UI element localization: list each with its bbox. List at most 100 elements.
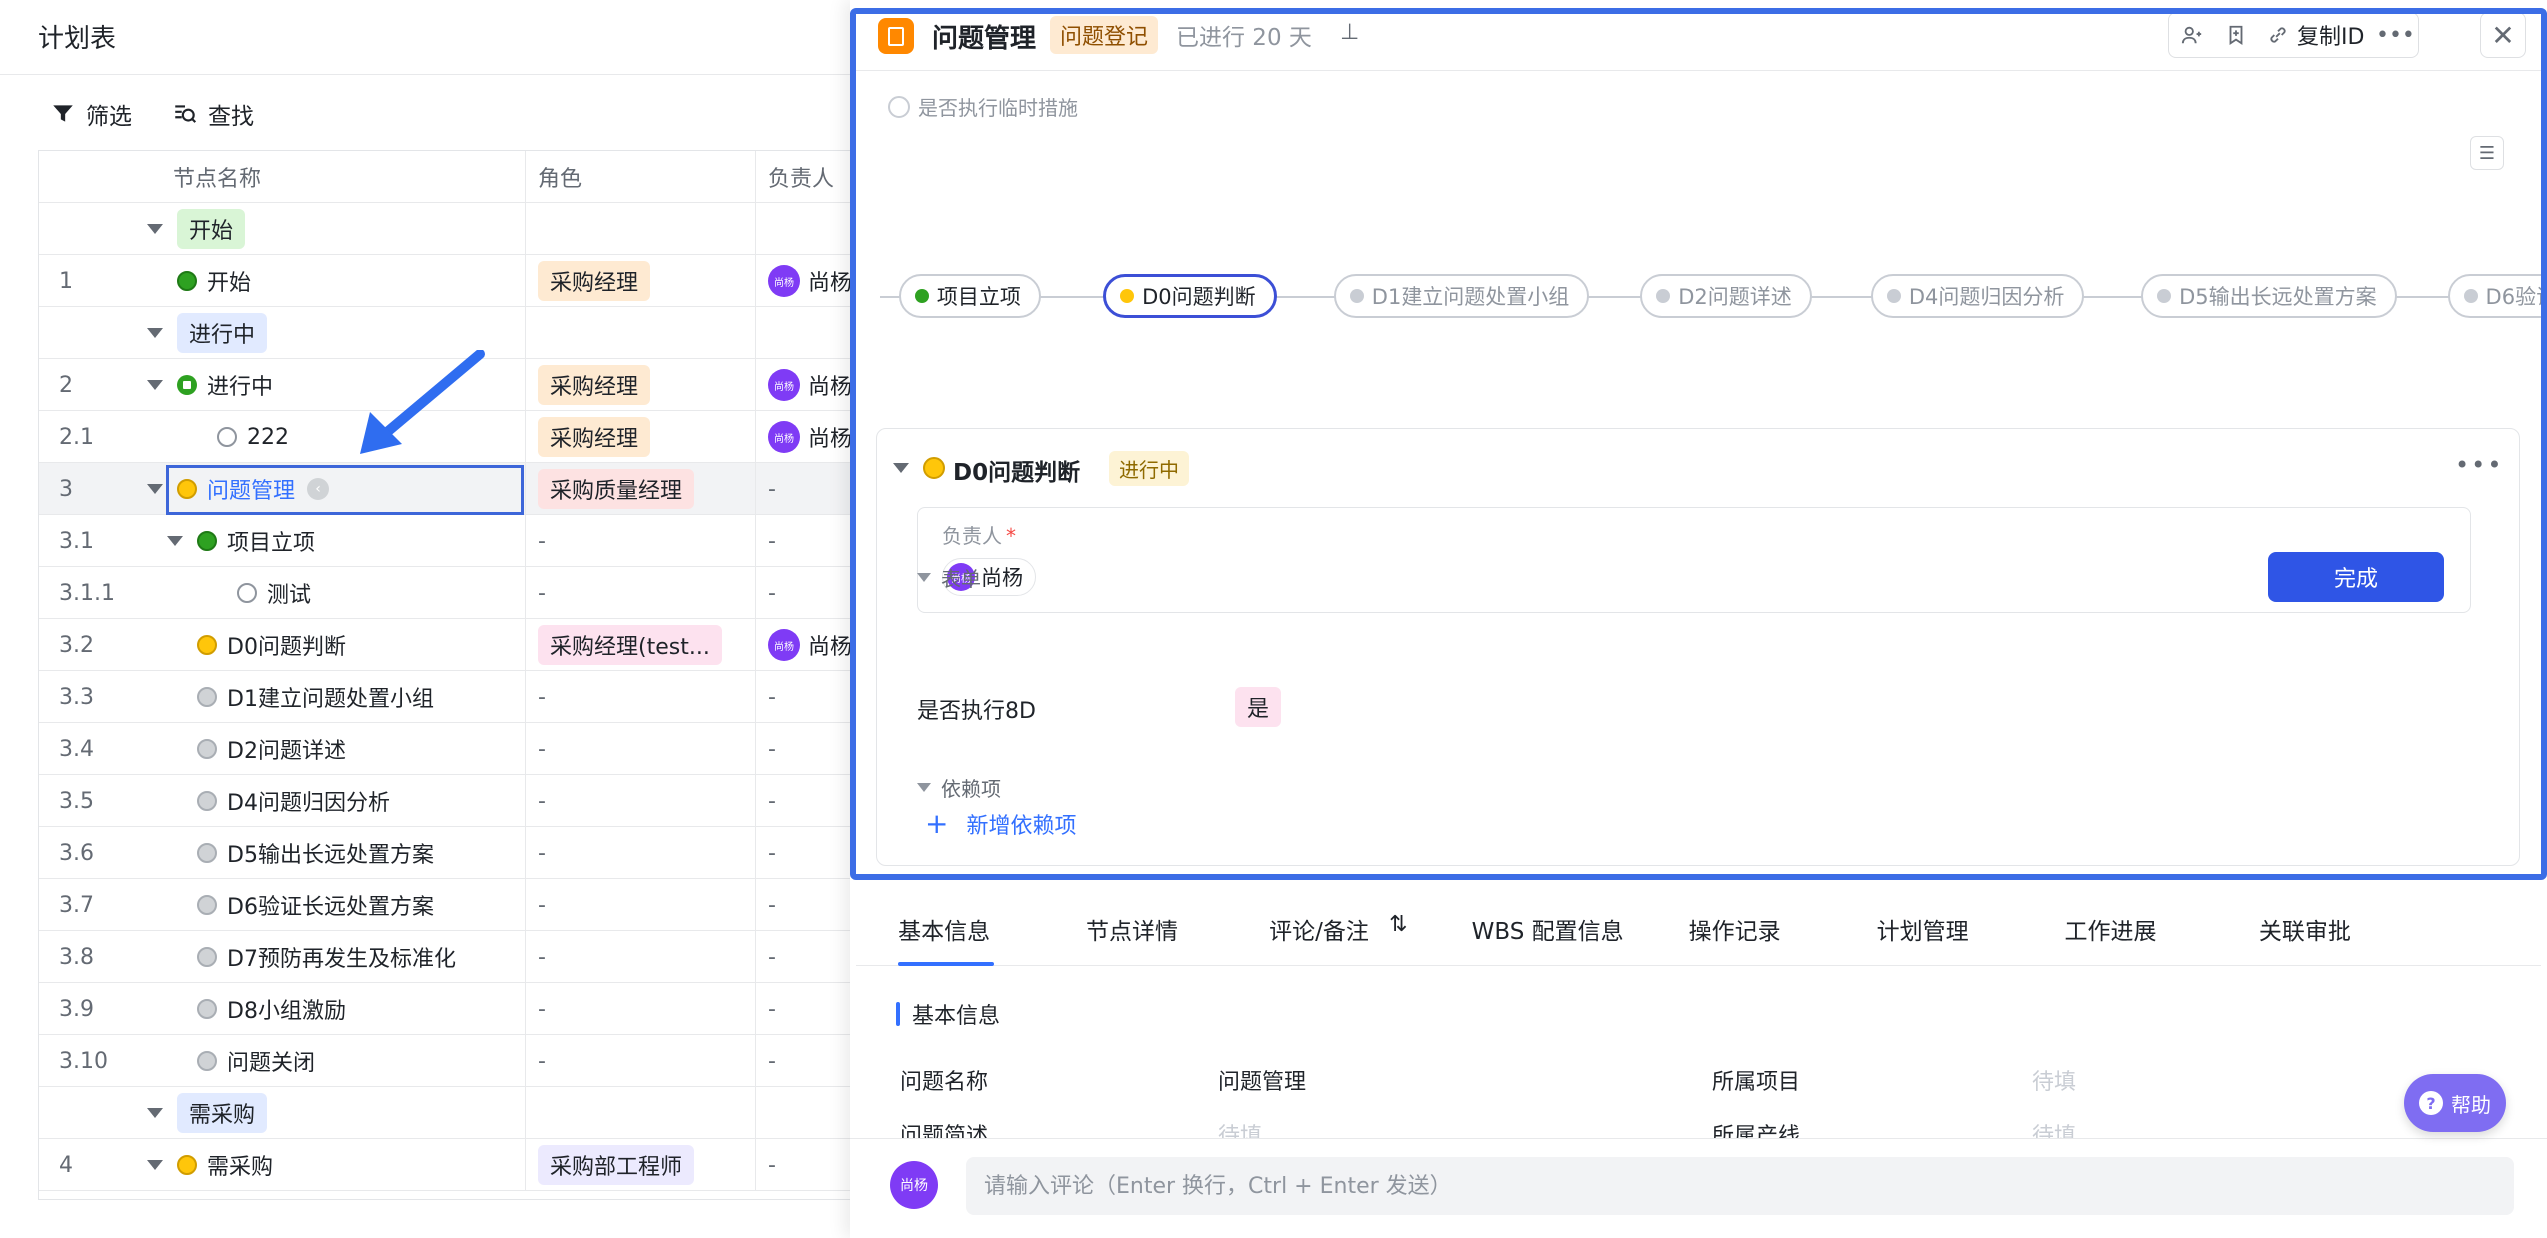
pin-icon[interactable]: ⊥	[1340, 20, 1359, 45]
node-name-cell[interactable]: D1建立问题处置小组	[147, 671, 562, 723]
tab-5[interactable]: 操作记录	[1689, 912, 1781, 946]
owner-cell[interactable]: -	[755, 671, 860, 723]
project-value[interactable]: 待填	[2032, 1064, 2076, 1096]
owner-cell[interactable]: -	[755, 1035, 860, 1087]
role-cell[interactable]: -	[525, 1035, 755, 1087]
issue-name-value[interactable]: 问题管理	[1218, 1064, 1306, 1096]
owner-cell[interactable]	[755, 1087, 860, 1139]
tab-7[interactable]: 工作进展	[2065, 912, 2157, 946]
more-icon[interactable]: •••	[2455, 451, 2503, 479]
col-role-header[interactable]: 角色	[525, 151, 755, 203]
expand-caret-icon[interactable]	[147, 1108, 163, 1118]
tab-2[interactable]: 节点详情	[1086, 912, 1178, 946]
help-button[interactable]: ? 帮助	[2404, 1074, 2506, 1132]
flow-node[interactable]: D0问题判断	[1103, 274, 1277, 318]
node-name-cell[interactable]: 需采购	[147, 1139, 562, 1191]
table-row[interactable]: 3.9 D8小组激励 - -	[39, 983, 860, 1035]
table-row[interactable]: 3.2 D0问题判断 采购经理(test... 尚杨 尚杨	[39, 619, 860, 671]
comment-input[interactable]	[966, 1157, 2514, 1215]
node-name-cell[interactable]: D2问题详述	[147, 723, 562, 775]
node-name-cell[interactable]: 开始	[147, 203, 562, 255]
role-cell[interactable]: -	[525, 567, 755, 619]
node-name-cell[interactable]: D7预防再发生及标准化	[147, 931, 562, 983]
expand-caret-icon[interactable]	[147, 1160, 163, 1170]
table-row[interactable]: 3.7 D6验证长远处置方案 - -	[39, 879, 860, 931]
owner-cell[interactable]: -	[755, 463, 860, 515]
form-section-toggle[interactable]: 表单	[917, 563, 981, 592]
role-cell[interactable]: -	[525, 515, 755, 567]
table-row[interactable]: 3.6 D5输出长远处置方案 - -	[39, 827, 860, 879]
tab-8[interactable]: 关联审批	[2259, 912, 2351, 946]
expand-caret-icon[interactable]	[147, 224, 163, 234]
flow-node[interactable]: 项目立项	[898, 274, 1041, 318]
node-name-cell[interactable]: D6验证长远处置方案	[147, 879, 562, 931]
owner-cell[interactable]	[755, 203, 860, 255]
dep-section-toggle[interactable]: 依赖项	[917, 773, 1001, 802]
table-row[interactable]: 4 需采购 采购部工程师 -	[39, 1139, 860, 1191]
flow-node[interactable]: D6验证长远处置方案	[2447, 274, 2541, 318]
expand-caret-icon[interactable]	[147, 484, 163, 494]
role-cell[interactable]	[525, 307, 755, 359]
owner-cell[interactable]: -	[755, 879, 860, 931]
owner-cell[interactable]: -	[755, 567, 860, 619]
complete-button[interactable]: 完成	[2268, 552, 2444, 602]
sort-icon[interactable]: ⇅	[1389, 912, 1407, 937]
role-cell[interactable]: -	[525, 775, 755, 827]
owner-cell[interactable]: -	[755, 1139, 860, 1191]
group-row[interactable]: 需采购	[39, 1087, 860, 1139]
flow-node[interactable]: D1建立问题处置小组	[1333, 274, 1590, 318]
node-name-cell[interactable]: 开始	[147, 255, 562, 307]
role-cell[interactable]: 采购经理	[525, 255, 755, 307]
node-name-cell[interactable]: D0问题判断	[147, 619, 562, 671]
temp-measure-radio[interactable]: 是否执行临时措施	[888, 92, 1078, 121]
table-row[interactable]: 3.1.1 测试 - -	[39, 567, 860, 619]
flow-node[interactable]: D5输出长远处置方案	[2141, 274, 2397, 318]
flow-node[interactable]: D4问题归因分析	[1870, 274, 2085, 318]
owner-cell[interactable]: -	[755, 983, 860, 1035]
table-row[interactable]: 3.8 D7预防再发生及标准化 - -	[39, 931, 860, 983]
node-name-cell[interactable]: D8小组激励	[147, 983, 562, 1035]
owner-cell[interactable]: -	[755, 775, 860, 827]
role-cell[interactable]: -	[525, 879, 755, 931]
add-dependency-button[interactable]: + 新增依赖项	[925, 807, 1076, 840]
role-cell[interactable]: -	[525, 723, 755, 775]
role-cell[interactable]: -	[525, 931, 755, 983]
tab-1[interactable]: 基本信息	[898, 912, 990, 946]
node-name-cell[interactable]: D5输出长远处置方案	[147, 827, 562, 879]
role-cell[interactable]	[525, 203, 755, 255]
owner-cell[interactable]: -	[755, 515, 860, 567]
expand-caret-icon[interactable]	[167, 536, 183, 546]
owner-cell[interactable]: 尚杨 尚杨	[755, 359, 860, 411]
owner-cell[interactable]: 尚杨 尚杨	[755, 411, 860, 463]
close-icon[interactable]: ✕	[2480, 12, 2526, 58]
role-cell[interactable]: 采购质量经理	[525, 463, 755, 515]
flow-node[interactable]: D2问题详述	[1640, 274, 1812, 318]
table-row[interactable]: 3.5 D4问题归因分析 - -	[39, 775, 860, 827]
collapse-caret-icon[interactable]	[893, 463, 909, 473]
form-field-value[interactable]: 是	[1235, 687, 1282, 727]
table-row[interactable]: 3.10 问题关闭 - -	[39, 1035, 860, 1087]
node-name-cell[interactable]: D4问题归因分析	[147, 775, 562, 827]
table-row[interactable]: 3.3 D1建立问题处置小组 - -	[39, 671, 860, 723]
more-icon[interactable]: •••	[2376, 22, 2415, 48]
role-cell[interactable]: -	[525, 827, 755, 879]
role-cell[interactable]: -	[525, 671, 755, 723]
expand-caret-icon[interactable]	[147, 328, 163, 338]
node-name-cell[interactable]: 需采购	[147, 1087, 562, 1139]
group-row[interactable]: 开始	[39, 203, 860, 255]
owner-cell[interactable]: -	[755, 723, 860, 775]
col-owner-header[interactable]: 负责人	[755, 151, 860, 203]
bookmark-icon[interactable]	[2223, 22, 2249, 48]
owner-cell[interactable]: -	[755, 827, 860, 879]
role-cell[interactable]: -	[525, 983, 755, 1035]
node-name-cell[interactable]: 项目立项	[147, 515, 562, 567]
expand-caret-icon[interactable]	[147, 380, 163, 390]
tab-4[interactable]: WBS 配置信息	[1472, 912, 1624, 946]
tab-3[interactable]: 评论/备注	[1269, 912, 1369, 946]
role-cell[interactable]: 采购经理	[525, 411, 755, 463]
table-row[interactable]: 3.4 D2问题详述 - -	[39, 723, 860, 775]
table-row[interactable]: 1 开始 采购经理 尚杨 尚杨	[39, 255, 860, 307]
view-settings-icon[interactable]: ☰	[2470, 136, 2504, 170]
owner-cell[interactable]	[755, 307, 860, 359]
members-icon[interactable]	[2179, 22, 2205, 48]
